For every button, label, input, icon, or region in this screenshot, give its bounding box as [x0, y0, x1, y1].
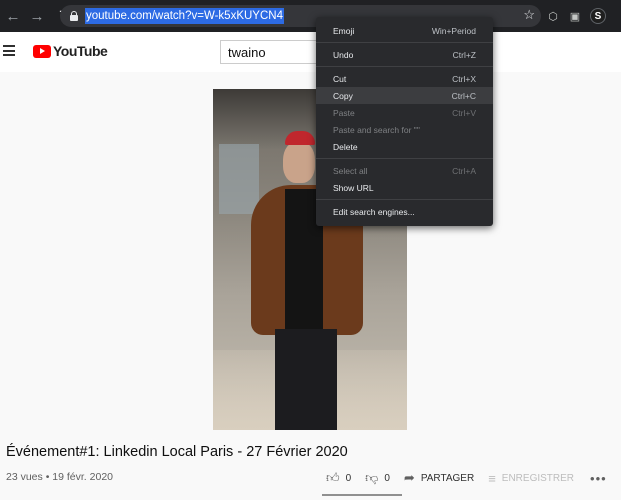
ctx-label: Select all	[333, 165, 368, 176]
menu-divider	[316, 42, 493, 43]
youtube-header: YouTube twaino	[0, 32, 621, 72]
ctx-label: Copy	[333, 90, 353, 101]
ctx-label: Show URL	[333, 182, 374, 193]
share-button[interactable]: ➦ PARTAGER	[404, 470, 474, 486]
url-text[interactable]: youtube.com/watch?v=W-k5xKUYCN4	[85, 8, 284, 24]
menu-divider	[316, 199, 493, 200]
extension-area: ⬡ ▣ S	[546, 0, 606, 32]
dislike-count: 0	[384, 472, 390, 484]
extension-cube-icon[interactable]: ⬡	[546, 9, 560, 23]
back-button[interactable]: ←	[2, 5, 24, 27]
youtube-play-icon	[33, 44, 51, 58]
ctx-label: Paste	[333, 107, 355, 118]
sentiment-bar	[322, 494, 402, 496]
arrow-right-icon: →	[29, 7, 45, 25]
dislike-button[interactable]: 👎︎ 0	[365, 470, 390, 486]
like-button[interactable]: 👍︎ 0	[326, 470, 351, 486]
arrow-left-icon: ←	[5, 7, 21, 25]
share-arrow-icon: ➦	[403, 470, 415, 485]
ctx-item-paste-and-search[interactable]: Paste and search for ""	[316, 121, 493, 138]
lock-icon[interactable]	[70, 11, 78, 21]
ctx-shortcut: Ctrl+C	[451, 90, 476, 101]
ctx-shortcut: Ctrl+V	[452, 107, 476, 118]
browser-toolbar: ← → ↻ youtube.com/watch?v=W-k5xKUYCN4 ☆ …	[0, 0, 621, 32]
playlist-add-icon: ≡	[488, 470, 496, 486]
menu-divider	[316, 66, 493, 67]
ctx-label: Paste and search for ""	[333, 124, 420, 135]
hamburger-menu-icon[interactable]	[3, 45, 15, 56]
ctx-item-show-url[interactable]: Show URL	[316, 179, 493, 196]
more-actions-button[interactable]: •••	[590, 471, 607, 486]
share-label: PARTAGER	[420, 472, 475, 484]
thumbs-down-icon: 👎︎	[365, 470, 379, 485]
search-input[interactable]: twaino	[220, 40, 316, 64]
video-views-date: 23 vues • 19 févr. 2020	[6, 471, 113, 483]
extensions-puzzle-icon[interactable]: ▣	[568, 9, 582, 23]
ctx-item-copy[interactable]: Copy Ctrl+C	[316, 87, 493, 104]
ctx-item-edit-search-engines[interactable]: Edit search engines...	[316, 203, 493, 220]
ctx-label: Delete	[333, 141, 358, 152]
ctx-item-delete[interactable]: Delete	[316, 138, 493, 155]
bookmark-star-icon[interactable]: ☆	[523, 7, 535, 23]
forward-button[interactable]: →	[26, 5, 48, 27]
ctx-label: Cut	[333, 73, 347, 84]
ctx-shortcut: Win+Period	[431, 25, 476, 36]
ctx-shortcut: Ctrl+X	[452, 73, 476, 84]
ctx-item-emoji[interactable]: Emoji Win+Period	[316, 22, 493, 39]
ctx-item-cut[interactable]: Cut Ctrl+X	[316, 70, 493, 87]
menu-divider	[316, 158, 493, 159]
video-actions: 👍︎ 0 👎︎ 0 ➦ PARTAGER ≡ ENREGISTRER •••	[326, 466, 607, 490]
ctx-label: Edit search engines...	[333, 206, 415, 217]
ctx-label: Undo	[333, 49, 354, 60]
profile-avatar[interactable]: S	[590, 8, 606, 24]
thumbs-up-icon: 👍︎	[326, 470, 340, 485]
video-title: Événement#1: Linkedin Local Paris - 27 F…	[6, 444, 348, 460]
like-count: 0	[345, 472, 352, 484]
save-label: ENREGISTRER	[501, 472, 575, 484]
ctx-item-select-all[interactable]: Select all Ctrl+A	[316, 162, 493, 179]
ctx-item-paste[interactable]: Paste Ctrl+V	[316, 104, 493, 121]
youtube-logo-text: YouTube	[53, 43, 108, 59]
ctx-item-undo[interactable]: Undo Ctrl+Z	[316, 46, 493, 63]
save-button[interactable]: ≡ ENREGISTRER	[488, 471, 574, 486]
context-menu: Emoji Win+Period Undo Ctrl+Z Cut Ctrl+X …	[316, 17, 493, 226]
ctx-shortcut: Ctrl+Z	[452, 49, 476, 60]
ctx-shortcut: Ctrl+A	[452, 165, 476, 176]
youtube-logo[interactable]: YouTube	[33, 43, 108, 59]
ctx-label: Emoji	[333, 25, 355, 36]
